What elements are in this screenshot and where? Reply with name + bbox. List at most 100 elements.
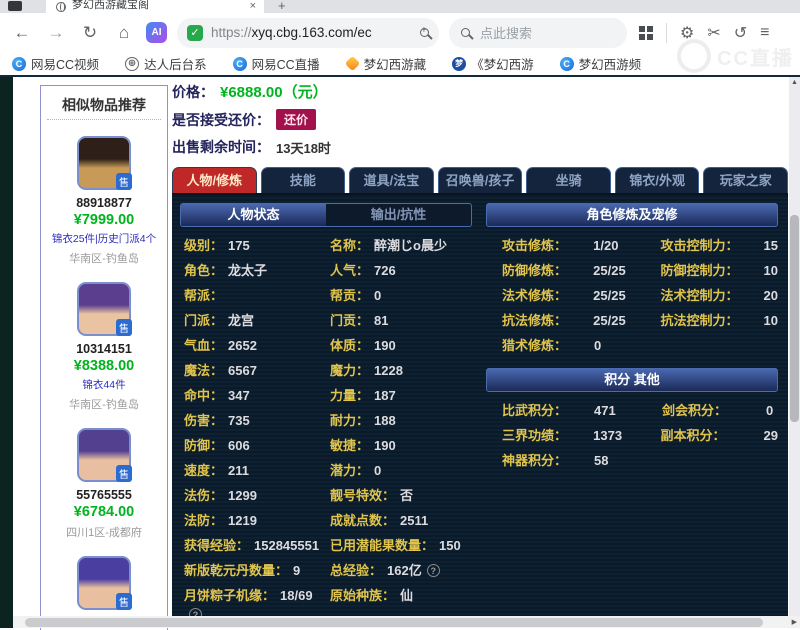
item-tags-link[interactable]: 锦衣25件|历史门派4个 [52, 231, 156, 246]
zoom-in-icon[interactable] [420, 25, 429, 37]
stat-value: 150 [439, 538, 461, 553]
similar-items-sidebar: 相似物品推荐 售 88918877 ¥7999.00 锦衣25件|历史门派4个 华南区-… [40, 85, 168, 630]
similar-item[interactable]: 售 88918877 ¥7999.00 锦衣25件|历史门派4个 华南区-钓鱼岛 [41, 120, 167, 266]
stat-value: 211 [228, 463, 249, 478]
stat-label: 门派： [184, 313, 224, 328]
help-icon[interactable]: ? [426, 564, 440, 577]
price-value: ¥6888.00（元） [220, 84, 328, 101]
similar-item[interactable]: 售 10314151 ¥8388.00 锦衣44件 华南区-钓鱼岛 [41, 266, 167, 412]
stat-cell: 法伤： 1299 [180, 483, 326, 508]
time-remaining-value: 13天18时 [276, 140, 331, 156]
stat-value: 25/25 [593, 288, 626, 303]
search-box[interactable]: 点此搜索 [449, 17, 627, 48]
extensions-icon[interactable]: ⚙ [680, 23, 694, 43]
stat-label: 潜力： [330, 463, 370, 478]
cultivation-row: 抗法修炼： 25/25 抗法控制力： 10 [486, 308, 778, 333]
vertical-scrollbar[interactable]: ▲ [789, 77, 800, 616]
stat-cell: 门贡： 81 [326, 308, 472, 333]
stat-value: 471 [594, 403, 616, 418]
stat-cell: 速度： 211 [180, 458, 326, 483]
ai-assistant-icon[interactable]: AI [146, 22, 167, 43]
stat-cell: 帮派： [180, 283, 326, 308]
avatar: 售 [77, 556, 132, 610]
tab-技能[interactable]: 技能 [260, 167, 346, 193]
new-tab-button[interactable]: + [278, 0, 286, 13]
subtab-character-status[interactable]: 人物状态 [181, 204, 326, 226]
subtab-output-resist[interactable]: 输出/抗性 [326, 204, 471, 226]
character-status-rows: 级别： 175 名称： 醉潮じo晨少 角色： 龙太子 人气： 726 帮派： 帮贡： 0 门派： 龙宫门… [180, 233, 472, 627]
apps-grid-icon[interactable] [639, 25, 653, 40]
tab-close-icon[interactable]: × [250, 0, 256, 12]
stat-value: 1228 [374, 363, 403, 378]
stat-label: 角色： [184, 263, 224, 278]
menu-icon[interactable]: ≡ [760, 24, 769, 42]
stat-cell: 体质： 190 [326, 333, 472, 358]
stat-value: 15 [763, 238, 778, 253]
stat-label: 比武积分： [502, 403, 568, 418]
tab-玩家之家[interactable]: 玩家之家 [703, 167, 789, 193]
listing-main: 价格： ¥6888.00（元） 是否接受还价： 还价 出售剩余时间： 13天18… [172, 81, 789, 628]
tab-道具/法宝[interactable]: 道具/法宝 [349, 167, 434, 193]
stat-label: 级别： [184, 238, 224, 253]
similar-item[interactable]: 售 55765555 ¥6784.00 四川1区-成都府 [41, 412, 167, 540]
tab-人物/修炼[interactable]: 人物/修炼 [172, 167, 257, 193]
stat-value: 0 [374, 463, 382, 478]
bookmark-item[interactable]: ⊕ 达人后台系 [125, 54, 207, 73]
bookmark-item[interactable]: C 网易CC视频 [12, 54, 99, 73]
cc-favicon-icon: C [232, 56, 247, 71]
address-bar[interactable]: ✓ https://xyq.cbg.163.com/ec [177, 17, 439, 48]
back-icon[interactable]: ← [10, 23, 34, 43]
stat-label: 获得经验： [184, 538, 250, 553]
scissors-icon[interactable]: ✂ [707, 23, 720, 43]
sell-badge: 售 [116, 465, 132, 482]
item-id: 10314151 [76, 342, 132, 356]
reload-icon[interactable]: ↻ [78, 23, 102, 43]
stat-value: 18/69 [280, 588, 313, 603]
stat-cell: 新版乾元丹数量： 9 [180, 558, 326, 583]
stat-cell: 获得经验： 152845551 [180, 533, 326, 558]
browser-tab[interactable]: 梦幻西游藏宝阁 × [46, 0, 264, 13]
bargain-button[interactable]: 还价 [276, 109, 317, 130]
bookmark-item[interactable]: C 网易CC直播 [232, 54, 320, 73]
globe-icon [56, 2, 66, 12]
stat-label: 气血： [184, 338, 224, 353]
bookmark-item[interactable]: 梦《梦幻西游 [452, 54, 534, 73]
vertical-scrollbar-thumb[interactable] [790, 215, 799, 422]
stat-value: 58 [594, 453, 609, 468]
stat-row: 帮派： 帮贡： 0 [180, 283, 472, 308]
tab-坐骑[interactable]: 坐骑 [526, 167, 611, 193]
undo-icon[interactable]: ↺ [734, 23, 747, 43]
bookmark-item[interactable]: C 梦幻西游频 [559, 54, 642, 73]
forward-icon[interactable]: → [44, 23, 68, 43]
cbg-page: 相似物品推荐 售 88918877 ¥7999.00 锦衣25件|历史门派4个 华南区-… [0, 77, 800, 630]
item-tags-link[interactable]: 锦衣44件 [82, 377, 125, 392]
browser-logo-icon [8, 1, 22, 11]
bookmark-item[interactable]: 梦幻西游藏 [344, 54, 426, 73]
stat-value: 2652 [228, 338, 257, 353]
search-placeholder: 点此搜索 [480, 26, 533, 41]
flame-favicon-icon [344, 55, 360, 72]
avatar: 售 [77, 428, 132, 482]
stat-label: 法术控制力： [660, 288, 739, 303]
stat-label: 攻击控制力： [660, 238, 739, 253]
stat-label: 攻击修炼： [502, 238, 568, 253]
horizontal-scrollbar-thumb[interactable] [25, 617, 763, 627]
horizontal-scrollbar[interactable]: ▶ [13, 616, 800, 628]
stat-label: 防御修炼： [502, 263, 568, 278]
tab-锦衣/外观[interactable]: 锦衣/外观 [614, 167, 700, 193]
stat-value: 1219 [228, 513, 257, 528]
stat-row: 门派： 龙宫 门贡： 81 [180, 308, 472, 333]
home-icon[interactable]: ⌂ [112, 23, 136, 43]
tab-召唤兽/孩子[interactable]: 召唤兽/孩子 [437, 167, 523, 193]
scroll-right-icon[interactable]: ▶ [792, 618, 797, 626]
security-shield-icon[interactable]: ✓ [187, 24, 203, 41]
stat-label [662, 448, 766, 473]
stat-value: 1373 [593, 428, 623, 443]
bookmark-label: 梦幻西游频 [578, 58, 642, 72]
stat-label: 力量： [330, 388, 370, 403]
stat-value: 726 [374, 263, 396, 278]
stat-label: 帮派： [184, 288, 224, 303]
scroll-up-icon[interactable]: ▲ [791, 79, 798, 86]
stat-label: 副本积分： [660, 428, 726, 443]
stat-row: 魔法： 6567 魔力： 1228 [180, 358, 472, 383]
